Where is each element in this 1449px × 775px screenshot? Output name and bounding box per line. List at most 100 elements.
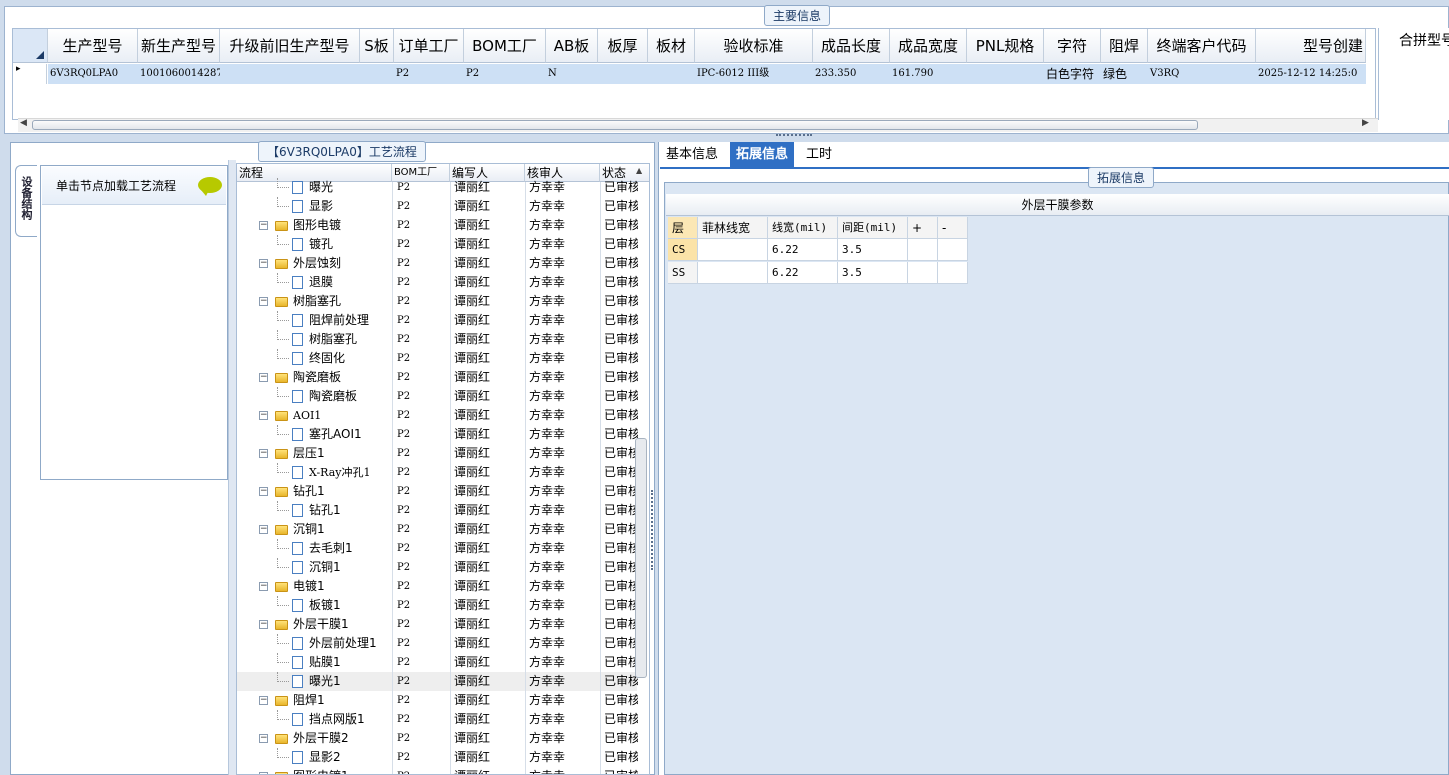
process-tree-row[interactable]: −图形电镀1P2谭丽红方幸幸已审核: [237, 767, 638, 774]
scroll-up-icon[interactable]: ▲: [636, 166, 642, 175]
column-header[interactable]: 终端客户代码: [1148, 29, 1256, 63]
collapse-toggle-icon[interactable]: −: [259, 582, 268, 591]
params-cell[interactable]: SS: [668, 262, 698, 284]
column-header[interactable]: AB板: [546, 29, 598, 63]
process-tree-row[interactable]: 曝光1 P2 谭丽红 方幸幸 已审核: [237, 672, 638, 691]
collapse-toggle-icon[interactable]: −: [259, 449, 268, 458]
row-cell[interactable]: 161.790: [890, 64, 967, 84]
process-tree-row[interactable]: X-Ray冲孔1 P2 谭丽红 方幸幸 已审核: [237, 463, 638, 482]
collapse-toggle-icon[interactable]: −: [259, 373, 268, 382]
horizontal-scroll-thumb[interactable]: [32, 120, 1198, 130]
process-tree-row[interactable]: − 陶瓷磨板 P2 谭丽红 方幸幸 已审核: [237, 368, 638, 387]
row-cell[interactable]: [598, 64, 648, 84]
process-tree-row[interactable]: − 阻焊1 P2 谭丽红 方幸幸 已审核: [237, 691, 638, 710]
process-tree-row[interactable]: 显影2 P2 谭丽红 方幸幸 已审核: [237, 748, 638, 767]
row-cell[interactable]: 6V3RQ0LPA0: [48, 64, 138, 84]
row-cell[interactable]: IPC-6012 III级: [695, 64, 813, 84]
column-header[interactable]: 验收标准: [695, 29, 813, 63]
row-cell[interactable]: 绿色: [1101, 64, 1148, 84]
params-column-header[interactable]: 层: [668, 217, 698, 239]
process-tree-row[interactable]: − 钻孔1 P2 谭丽红 方幸幸 已审核: [237, 482, 638, 501]
scroll-left-icon[interactable]: ◀: [20, 118, 27, 128]
column-header[interactable]: 订单工厂: [394, 29, 464, 63]
column-header[interactable]: 升级前旧生产型号: [220, 29, 360, 63]
collapse-toggle-icon[interactable]: −: [259, 525, 268, 534]
column-header[interactable]: S板: [360, 29, 394, 63]
process-tree-row[interactable]: 显影 P2 谭丽红 方幸幸 已审核: [237, 197, 638, 216]
row-selector[interactable]: ▸: [13, 64, 47, 84]
process-tree-row[interactable]: 阻焊前处理 P2 谭丽红 方幸幸 已审核: [237, 311, 638, 330]
scroll-right-icon[interactable]: ▶: [1362, 118, 1369, 128]
row-cell[interactable]: V3RQ: [1148, 64, 1256, 84]
process-tree-row[interactable]: − 层压1 P2 谭丽红 方幸幸 已审核: [237, 444, 638, 463]
collapse-toggle-icon[interactable]: −: [259, 487, 268, 496]
params-cell[interactable]: [938, 239, 968, 261]
process-tree-row[interactable]: 树脂塞孔 P2 谭丽红 方幸幸 已审核: [237, 330, 638, 349]
params-cell[interactable]: [908, 262, 938, 284]
row-cell[interactable]: [967, 64, 1044, 84]
params-column-header[interactable]: -: [938, 217, 968, 239]
process-tree-row[interactable]: 贴膜1 P2 谭丽红 方幸幸 已审核: [237, 653, 638, 672]
process-tree-row[interactable]: 终固化 P2 谭丽红 方幸幸 已审核: [237, 349, 638, 368]
process-tree-row[interactable]: − 电镀1 P2 谭丽红 方幸幸 已审核: [237, 577, 638, 596]
vertical-splitter[interactable]: [228, 160, 236, 775]
process-tree-row[interactable]: 镀孔 P2 谭丽红 方幸幸 已审核: [237, 235, 638, 254]
process-tree-row[interactable]: − 外层蚀刻 P2 谭丽红 方幸幸 已审核: [237, 254, 638, 273]
row-cell[interactable]: [360, 64, 394, 84]
params-cell[interactable]: [698, 239, 768, 261]
collapse-toggle-icon[interactable]: −: [259, 259, 268, 268]
collapse-toggle-icon[interactable]: −: [259, 734, 268, 743]
equipment-structure-tab[interactable]: 设备结构: [15, 165, 37, 237]
process-tree-row[interactable]: − 树脂塞孔 P2 谭丽红 方幸幸 已审核: [237, 292, 638, 311]
process-tree-row[interactable]: 板镀1 P2 谭丽红 方幸幸 已审核: [237, 596, 638, 615]
params-cell[interactable]: 6.22: [768, 239, 838, 261]
process-tree-row[interactable]: 塞孔AOI1 P2 谭丽红 方幸幸 已审核: [237, 425, 638, 444]
process-tree-row[interactable]: 陶瓷磨板 P2 谭丽红 方幸幸 已审核: [237, 387, 638, 406]
row-cell[interactable]: P2: [464, 64, 546, 84]
collapse-toggle-icon[interactable]: −: [259, 620, 268, 629]
row-cell[interactable]: 白色字符: [1044, 64, 1101, 84]
process-tree-row[interactable]: − 沉铜1 P2 谭丽红 方幸幸 已审核: [237, 520, 638, 539]
column-header[interactable]: 字符: [1044, 29, 1101, 63]
horizontal-splitter[interactable]: [0, 134, 1449, 142]
params-cell[interactable]: 3.5: [838, 262, 908, 284]
column-header[interactable]: 型号创建: [1256, 29, 1366, 63]
column-header[interactable]: 新生产型号: [138, 29, 220, 63]
row-cell[interactable]: 2025-12-12 14:25:0: [1256, 64, 1366, 84]
params-cell[interactable]: CS: [668, 239, 698, 261]
process-tree-row[interactable]: 沉铜1 P2 谭丽红 方幸幸 已审核: [237, 558, 638, 577]
collapse-toggle-icon[interactable]: −: [259, 696, 268, 705]
row-cell[interactable]: P2: [394, 64, 464, 84]
column-header[interactable]: 阻焊: [1101, 29, 1148, 63]
process-tree-row[interactable]: − 图形电镀 P2 谭丽红 方幸幸 已审核: [237, 216, 638, 235]
tab-basic-info[interactable]: 基本信息: [660, 142, 724, 168]
params-cell[interactable]: [908, 239, 938, 261]
process-tree-row[interactable]: − 外层干膜2 P2 谭丽红 方幸幸 已审核: [237, 729, 638, 748]
params-column-header[interactable]: +: [908, 217, 938, 239]
process-tree-row[interactable]: − AOI1 P2 谭丽红 方幸幸 已审核: [237, 406, 638, 425]
tree-scroll-thumb[interactable]: [635, 438, 647, 678]
column-header[interactable]: BOM工厂: [464, 29, 546, 63]
column-header[interactable]: 生产型号: [48, 29, 138, 63]
params-cell[interactable]: 6.22: [768, 262, 838, 284]
splitter-grip-icon[interactable]: [776, 134, 812, 138]
column-header[interactable]: PNL规格: [967, 29, 1044, 63]
column-header[interactable]: 成品宽度: [890, 29, 967, 63]
collapse-toggle-icon[interactable]: −: [259, 411, 268, 420]
process-tree-row[interactable]: 退膜 P2 谭丽红 方幸幸 已审核: [237, 273, 638, 292]
process-tree-row[interactable]: 钻孔1 P2 谭丽红 方幸幸 已审核: [237, 501, 638, 520]
tab-work-hours[interactable]: 工时: [800, 142, 838, 168]
params-cell[interactable]: [698, 262, 768, 284]
process-tree-row[interactable]: 挡点网版1 P2 谭丽红 方幸幸 已审核: [237, 710, 638, 729]
detail-splitter-grip-icon[interactable]: [651, 490, 658, 570]
tab-extended-info[interactable]: 拓展信息: [730, 142, 795, 168]
row-cell[interactable]: [648, 64, 695, 84]
params-cell[interactable]: [938, 262, 968, 284]
grid-corner[interactable]: [13, 29, 48, 63]
params-column-header[interactable]: 线宽(mil): [768, 217, 838, 239]
process-tree-row[interactable]: − 外层干膜1 P2 谭丽红 方幸幸 已审核: [237, 615, 638, 634]
column-header[interactable]: 板厚: [598, 29, 648, 63]
collapse-toggle-icon[interactable]: −: [259, 297, 268, 306]
process-tree-row[interactable]: 曝光 P2 谭丽红 方幸幸 已审核: [237, 178, 638, 197]
params-cell[interactable]: 3.5: [838, 239, 908, 261]
